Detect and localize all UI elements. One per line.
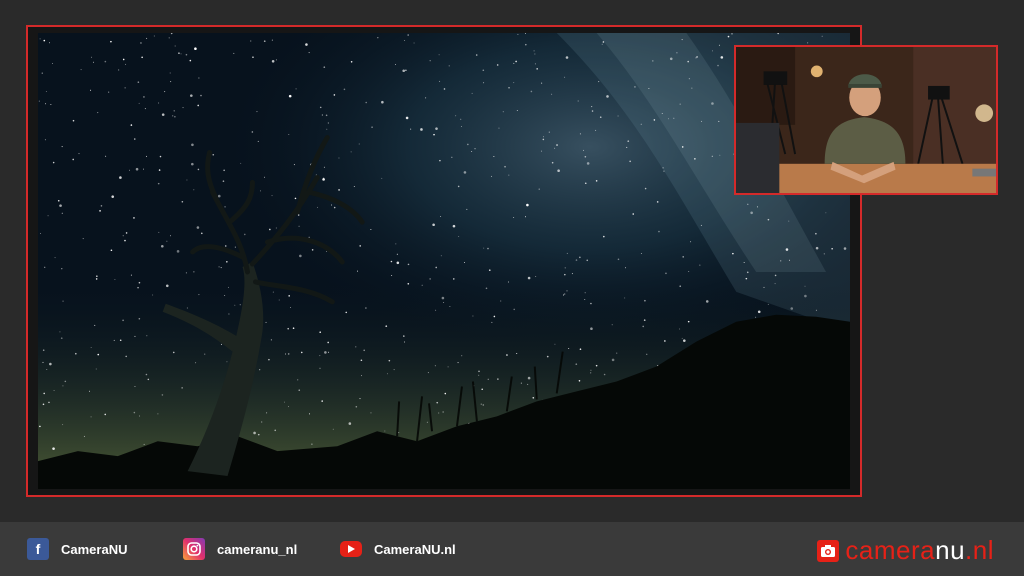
instagram-link[interactable]: cameranu_nl [183, 538, 297, 560]
camera-icon [817, 539, 840, 562]
instagram-icon [183, 538, 205, 560]
brand-part-nl: .nl [965, 535, 994, 565]
video-stage [0, 0, 1024, 522]
youtube-link[interactable]: CameraNU.nl [340, 538, 456, 560]
cameranu-logo: cameranu.nl [817, 535, 994, 566]
night-sky-scene [38, 33, 850, 489]
brand-part-camera: camera [845, 535, 936, 565]
milky-way-photo [38, 33, 850, 489]
brand-wordmark: cameranu.nl [845, 535, 994, 566]
youtube-label: CameraNU.nl [374, 541, 456, 557]
brand-part-nu: nu [935, 535, 966, 565]
presenter-scene [736, 47, 996, 193]
facebook-link[interactable]: f CameraNU [27, 538, 127, 560]
youtube-icon [340, 541, 362, 557]
facebook-icon: f [27, 538, 49, 560]
facebook-label: CameraNU [61, 541, 128, 557]
presenter-webcam [734, 45, 998, 195]
social-footer: f CameraNU cameranu_nl CameraNU.nl camer… [0, 522, 1024, 576]
instagram-label: cameranu_nl [217, 541, 298, 557]
